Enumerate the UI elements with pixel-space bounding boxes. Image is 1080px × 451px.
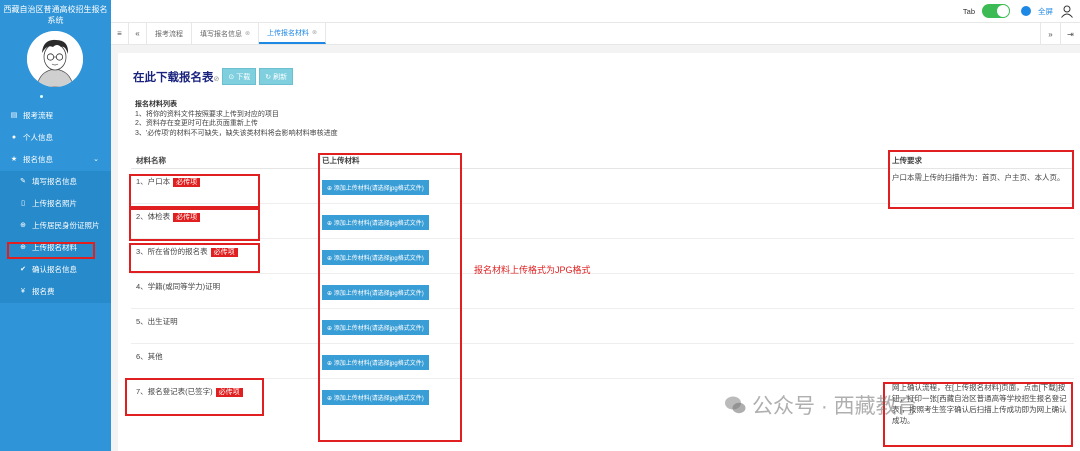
list-icon: ▤ <box>10 112 18 119</box>
download-title: 在此下载报名表⊘ <box>133 71 220 84</box>
wechat-icon <box>724 394 746 416</box>
exit-icon[interactable]: ⇥ <box>1060 23 1080 45</box>
yen-icon: ¥ <box>21 288 25 295</box>
sidebar: 西藏自治区普通高校招生报名系统 ▤ 报考流程 ● 个人信息 ★ 报名信息 ⌄ ✎… <box>0 0 111 451</box>
requirement-cell <box>887 308 1074 344</box>
fullscreen-button[interactable]: 全屏 <box>1038 6 1053 17</box>
material-name: 6、其他 <box>131 343 317 379</box>
file-icon: ▯ <box>21 200 25 207</box>
user-icon[interactable] <box>1060 4 1074 18</box>
person-icon: ● <box>11 134 17 141</box>
sidebar-item-label: 报名信息 <box>23 155 53 164</box>
sidebar-item-label: 上传报名照片 <box>32 199 77 208</box>
tab-process[interactable]: 报考流程 <box>147 23 192 44</box>
sidebar-item-label: 报名费 <box>32 287 55 296</box>
close-icon[interactable]: ⊗ <box>245 30 250 37</box>
edit-icon: ✎ <box>20 178 26 185</box>
tabs-right-controls: » ⇥ <box>1040 23 1080 45</box>
sidebar-item-process[interactable]: ▤ 报考流程 <box>0 105 111 127</box>
menu-toggle-icon[interactable]: ≡ <box>111 23 129 44</box>
download-icon: ⊙ <box>228 73 235 81</box>
format-annotation: 报名材料上传格式为JPG格式 <box>474 265 591 275</box>
annotation-box-sidebar <box>7 242 95 259</box>
theme-color-dot[interactable] <box>1021 6 1031 16</box>
sidebar-item-personal-info[interactable]: ● 个人信息 <box>0 127 111 149</box>
tabs-bar: ≡ « 报考流程 填写报名信息 ⊗ 上传报名材料 ⊗ » ⇥ <box>111 23 1080 45</box>
annotation-box-uploaded <box>318 153 462 442</box>
check-icon: ✔ <box>20 266 26 273</box>
table-row: 5、出生证明 ⊕ 添加上传材料(请选择jpg格式文件) <box>131 308 1074 344</box>
requirement-cell <box>887 273 1074 309</box>
sidebar-submenu: ✎ 填写报名信息 ▯ 上传报名照片 ⊕ 上传居民身份证照片 ⊕ 上传报名材料 ✔… <box>0 171 111 303</box>
requirement-cell <box>887 238 1074 274</box>
annotation-box-row1 <box>129 174 260 208</box>
watermark: 公众号 · 西藏教育 <box>724 390 918 420</box>
instructions-title: 报名材料列表 <box>135 101 177 108</box>
refresh-icon: ↻ <box>265 73 272 81</box>
annotation-box-row7 <box>125 378 264 416</box>
download-row: 在此下载报名表⊘ ⊙ 下载 ↻ 刷新 <box>133 68 294 85</box>
instructions: 报名材料列表 1、将你的资料文件按照要求上传到对应的项目 2、资料存在变更时可在… <box>135 100 338 138</box>
system-title: 西藏自治区普通高校招生报名系统 <box>3 5 108 25</box>
sidebar-item-fee[interactable]: ¥ 报名费 <box>0 281 111 303</box>
upload-circle-icon: ⊕ <box>20 222 26 229</box>
tab-label: 填写报名信息 <box>200 30 242 38</box>
instruction-line: 3、'必传项'的材料不可缺失，缺失该类材料将会影响材料审核进度 <box>135 129 338 137</box>
table-row: 3、所在省份的报名表 必传项 ⊕ 添加上传材料(请选择jpg格式文件) <box>131 238 1074 274</box>
sidebar-item-confirm-info[interactable]: ✔ 确认报名信息 <box>0 259 111 281</box>
top-bar: Tab 全屏 <box>111 0 1080 23</box>
sidebar-item-upload-id[interactable]: ⊕ 上传居民身份证照片 <box>0 215 111 237</box>
watermark-text: 公众号 · 西藏教育 <box>752 395 918 418</box>
star-icon: ★ <box>10 156 18 163</box>
sidebar-item-label: 报考流程 <box>23 111 53 120</box>
online-status-dot <box>40 95 43 98</box>
material-name: 5、出生证明 <box>131 308 317 344</box>
annotation-box-row2 <box>129 208 260 241</box>
sidebar-menu: ▤ 报考流程 ● 个人信息 ★ 报名信息 ⌄ ✎ 填写报名信息 ▯ 上传报名照片… <box>0 105 111 303</box>
refresh-button[interactable]: ↻ 刷新 <box>259 68 294 85</box>
tabs-scroll-left-icon[interactable]: « <box>129 23 147 44</box>
link-icon: ⊘ <box>213 75 220 83</box>
sidebar-item-label: 个人信息 <box>23 133 53 142</box>
requirement-cell <box>887 343 1074 379</box>
table-row: 6、其他 ⊕ 添加上传材料(请选择jpg格式文件) <box>131 343 1074 379</box>
tab-upload-materials[interactable]: 上传报名材料 ⊗ <box>259 23 327 44</box>
avatar[interactable] <box>27 31 83 87</box>
sidebar-item-registration-info[interactable]: ★ 报名信息 ⌄ <box>0 149 111 171</box>
material-name: 4、学籍(或同等学力)证明 <box>131 273 317 309</box>
tabs-scroll-right-icon[interactable]: » <box>1040 23 1060 45</box>
top-bar-controls: Tab 全屏 <box>963 4 1074 18</box>
instruction-line: 1、将你的资料文件按照要求上传到对应的项目 <box>135 110 279 118</box>
chevron-down-icon: ⌄ <box>93 156 99 163</box>
table-row: 4、学籍(或同等学力)证明 ⊕ 添加上传材料(请选择jpg格式文件) <box>131 273 1074 309</box>
close-icon[interactable]: ⊗ <box>312 29 317 36</box>
main-content: 在此下载报名表⊘ ⊙ 下载 ↻ 刷新 报名材料列表 1、将你的资料文件按照要求上传到… <box>118 53 1080 451</box>
tab-toggle-switch[interactable] <box>982 4 1010 18</box>
annotation-box-requirement <box>888 150 1074 209</box>
tab-toggle-label: Tab <box>962 6 975 16</box>
sidebar-item-upload-photo[interactable]: ▯ 上传报名照片 <box>0 193 111 215</box>
column-header-name: 材料名称 <box>131 153 317 169</box>
sidebar-item-fill-info[interactable]: ✎ 填写报名信息 <box>0 171 111 193</box>
tab-label: 报考流程 <box>155 30 183 38</box>
sidebar-item-label: 填写报名信息 <box>32 177 77 186</box>
sidebar-item-label: 上传居民身份证照片 <box>32 221 100 230</box>
instruction-line: 2、资料存在变更时可在此页面重新上传 <box>135 120 258 127</box>
tab-label: 上传报名材料 <box>267 29 310 37</box>
download-button[interactable]: ⊙ 下载 <box>222 68 257 85</box>
tab-fill-info[interactable]: 填写报名信息 ⊗ <box>192 23 260 44</box>
sidebar-item-label: 确认报名信息 <box>32 265 77 274</box>
annotation-box-row3 <box>129 243 260 273</box>
